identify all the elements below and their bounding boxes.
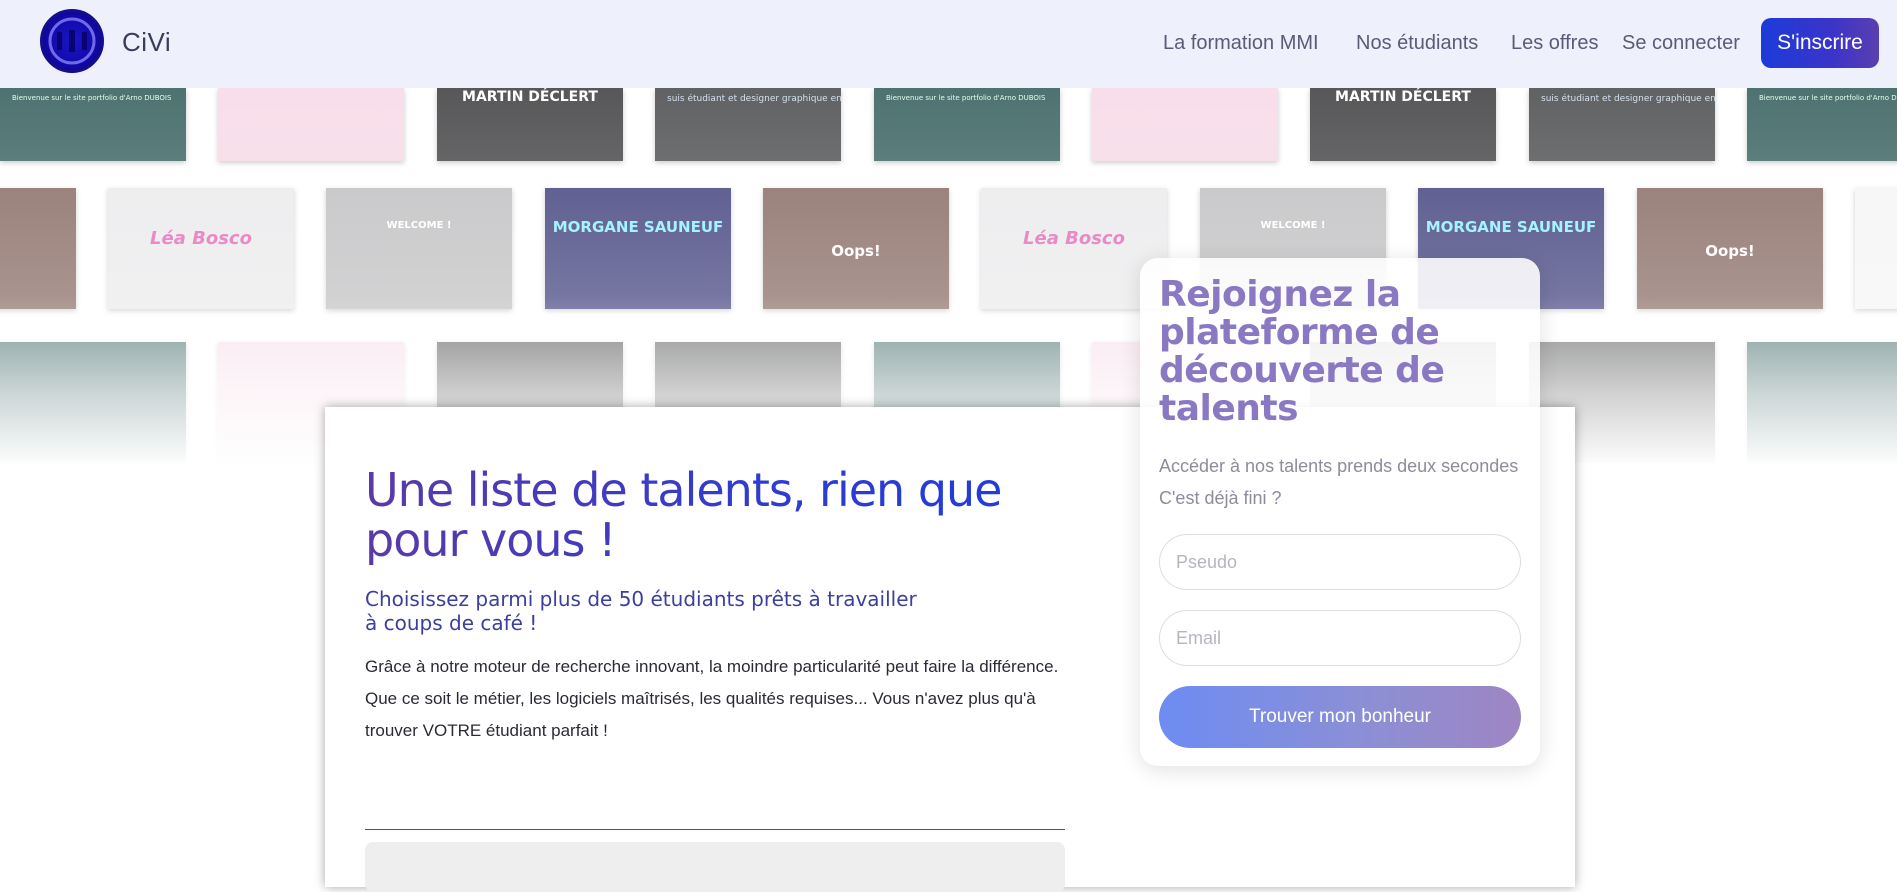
hero-subheadline: Choisissez parmi plus de 50 étudiants pr…	[365, 587, 917, 635]
top-navbar: CiVi La formation MMI Nos étudiants Les …	[0, 0, 1897, 88]
portfolio-thumb	[1855, 188, 1897, 309]
nav-se-connecter[interactable]: Se connecter	[1622, 32, 1740, 55]
portfolio-thumb: MORGANE SAUNEUF	[545, 188, 731, 309]
signup-card-title: Rejoignez la plateforme de découverte de…	[1159, 274, 1445, 429]
portfolio-thumb	[218, 88, 404, 161]
portfolio-thumb: MARTIN DÉCLERT	[437, 88, 623, 161]
portfolio-thumb: Bienvenue sur le site portfolio d'Arno D…	[874, 88, 1060, 161]
nav-les-offres[interactable]: Les offres	[1511, 32, 1598, 55]
pseudo-input[interactable]	[1159, 534, 1521, 590]
portfolio-thumb	[1092, 88, 1278, 161]
portfolio-thumb: suis étudiant et designer graphique en f…	[655, 88, 841, 161]
portfolio-thumb	[0, 188, 76, 309]
signup-desc-line-2: C'est déjà fini ?	[1159, 488, 1282, 508]
portfolio-thumb: WELCOME !	[326, 188, 512, 309]
signup-desc-line-1: Accéder à nos talents prends deux second…	[1159, 456, 1519, 476]
hero-description: Grâce à notre moteur de recherche innova…	[365, 657, 1059, 740]
nav-formation-mmi[interactable]: La formation MMI	[1163, 32, 1319, 55]
portfolio-thumb: Oops!	[763, 188, 949, 309]
section-divider	[365, 829, 1065, 830]
civi-logo-icon[interactable]	[40, 9, 104, 73]
brand-name[interactable]: CiVi	[122, 27, 171, 58]
hero-headline: Une liste de talents, rien que pour vous…	[365, 465, 1085, 565]
signup-button[interactable]: S'inscrire	[1761, 18, 1879, 68]
portfolio-thumb	[0, 342, 186, 463]
portfolio-thumb: suis étudiant et designer graphique en f…	[1529, 88, 1715, 161]
nav-nos-etudiants[interactable]: Nos étudiants	[1356, 32, 1478, 55]
find-happiness-button[interactable]: Trouver mon bonheur	[1159, 686, 1521, 748]
portfolio-thumb: Bienvenue sur le site portfolio d'Arno D…	[1747, 88, 1897, 161]
portfolio-thumb	[1747, 342, 1897, 463]
portfolio-thumb: MARTIN DÉCLERT	[1310, 88, 1496, 161]
signup-card-description: Accéder à nos talents prends deux second…	[1159, 450, 1519, 514]
signup-card: Rejoignez la plateforme de découverte de…	[1140, 258, 1540, 766]
portfolio-thumb: Oops!	[1637, 188, 1823, 309]
portfolio-thumb: Bienvenue sur le site portfolio d'Arno D…	[0, 88, 186, 161]
portfolio-thumb: Léa Bosco	[108, 188, 294, 309]
email-input[interactable]	[1159, 610, 1521, 666]
search-panel[interactable]	[365, 842, 1065, 892]
